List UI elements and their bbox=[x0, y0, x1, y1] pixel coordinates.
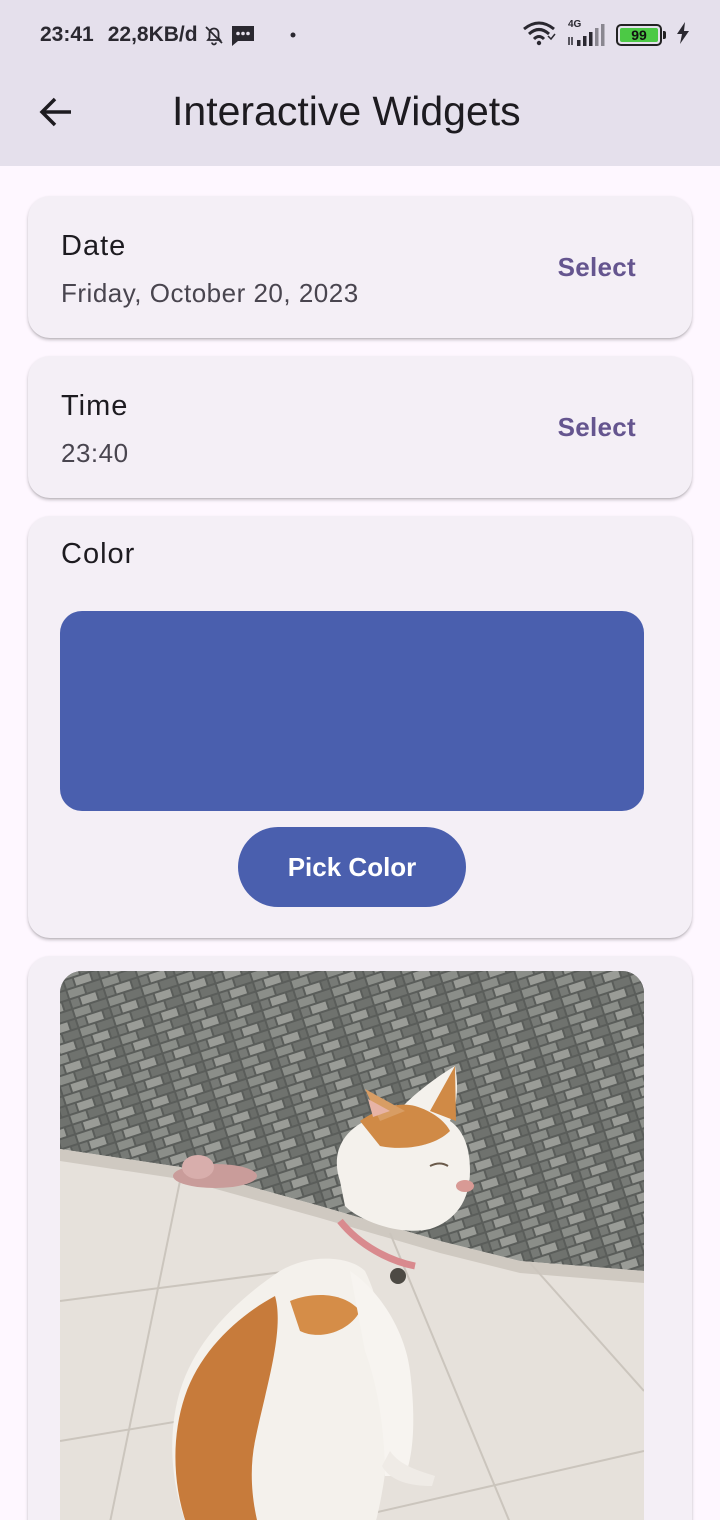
back-button[interactable] bbox=[28, 86, 84, 142]
status-right: 4G 99 bbox=[522, 18, 690, 52]
time-label: Time bbox=[61, 390, 129, 422]
page-title: Interactive Widgets bbox=[172, 88, 521, 134]
color-label: Color bbox=[61, 538, 136, 570]
time-value: 23:40 bbox=[61, 438, 129, 468]
status-time: 23:41 bbox=[40, 23, 94, 46]
battery-level: 99 bbox=[631, 27, 647, 43]
color-swatch bbox=[60, 611, 644, 811]
photo-card bbox=[28, 956, 692, 1520]
message-icon bbox=[230, 23, 256, 47]
cat-photo-illustration bbox=[60, 971, 644, 1520]
select-time-button[interactable]: Select bbox=[558, 412, 636, 443]
cat-photo bbox=[60, 971, 644, 1520]
date-card: Date Friday, October 20, 2023 Select bbox=[28, 196, 692, 338]
status-bar: 23:41 22,8KB/d 4G 99 bbox=[0, 0, 720, 68]
date-label: Date bbox=[61, 230, 127, 262]
pick-color-button[interactable]: Pick Color bbox=[238, 827, 466, 907]
charging-icon bbox=[676, 21, 690, 49]
battery-icon: 99 bbox=[616, 24, 666, 46]
bell-muted-icon bbox=[202, 23, 226, 47]
app-bar: Interactive Widgets bbox=[0, 68, 720, 166]
time-card: Time 23:40 Select bbox=[28, 356, 692, 498]
signal-icon: 4G bbox=[566, 19, 606, 49]
wifi-icon bbox=[522, 20, 556, 51]
net-speed: 22,8KB/d bbox=[107, 23, 198, 46]
status-left: 23:41 22,8KB/d bbox=[40, 20, 296, 50]
color-card: Color Pick Color bbox=[28, 516, 692, 938]
dot-icon bbox=[290, 32, 296, 38]
arrow-back-icon bbox=[38, 94, 74, 135]
select-date-button[interactable]: Select bbox=[558, 252, 636, 283]
date-value: Friday, October 20, 2023 bbox=[61, 278, 359, 308]
